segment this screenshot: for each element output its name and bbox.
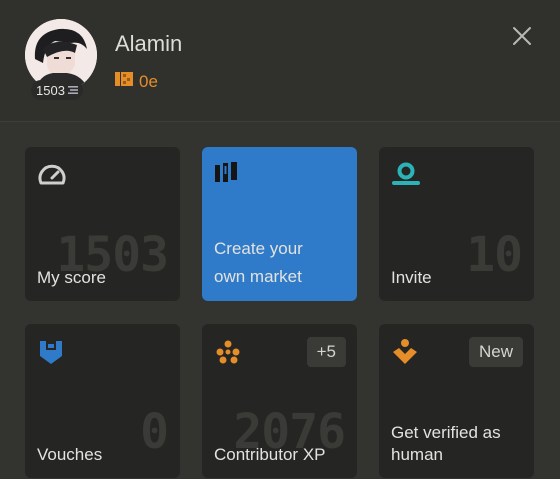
invite-big-number: 10: [466, 227, 523, 283]
my-score-card[interactable]: 1503 My score: [25, 147, 180, 301]
vouches-label: Vouches: [37, 445, 103, 464]
create-market-label-line1: Create your: [214, 239, 303, 258]
close-icon[interactable]: [510, 24, 534, 48]
balance-value: 0e: [139, 71, 158, 91]
create-market-card[interactable]: Create your own market: [202, 147, 357, 301]
profile-name: Alamin: [115, 31, 183, 56]
my-score-label: My score: [37, 268, 106, 287]
get-verified-label-line1: Get verified as: [391, 423, 501, 442]
contributor-xp-label: Contributor XP: [214, 445, 326, 464]
sparkle-icon: [214, 338, 242, 371]
vouches-big-number: 0: [140, 404, 169, 460]
diamond-icon: [391, 338, 419, 371]
get-verified-label-line2: human: [391, 445, 443, 464]
get-verified-card[interactable]: New Get verified as human: [379, 324, 534, 478]
new-badge: New: [468, 337, 523, 367]
coin-icon: [115, 70, 133, 93]
invite-icon: [391, 161, 421, 192]
create-market-label-line2: own market: [214, 267, 302, 286]
avatar-score-badge: 1503: [31, 80, 83, 100]
gauge-icon: [37, 161, 67, 192]
create-market-label: Create your own market: [214, 235, 303, 291]
avatar-container: 1503: [25, 19, 97, 100]
market-bars-icon: [214, 161, 240, 190]
avatar-score-value: 1503: [36, 82, 65, 98]
get-verified-label: Get verified as human: [391, 422, 501, 466]
ethos-logo-icon: [67, 85, 78, 95]
invite-label: Invite: [391, 268, 432, 287]
balance[interactable]: 0e: [115, 70, 158, 93]
shield-icon: [37, 338, 65, 371]
vouches-card[interactable]: 0 Vouches: [25, 324, 180, 478]
contributor-xp-badge: +5: [306, 337, 346, 367]
profile-header: 1503 Alamin 0e: [0, 0, 560, 122]
contributor-xp-card[interactable]: +5 2076 Contributor XP: [202, 324, 357, 478]
invite-card[interactable]: 10 Invite: [379, 147, 534, 301]
